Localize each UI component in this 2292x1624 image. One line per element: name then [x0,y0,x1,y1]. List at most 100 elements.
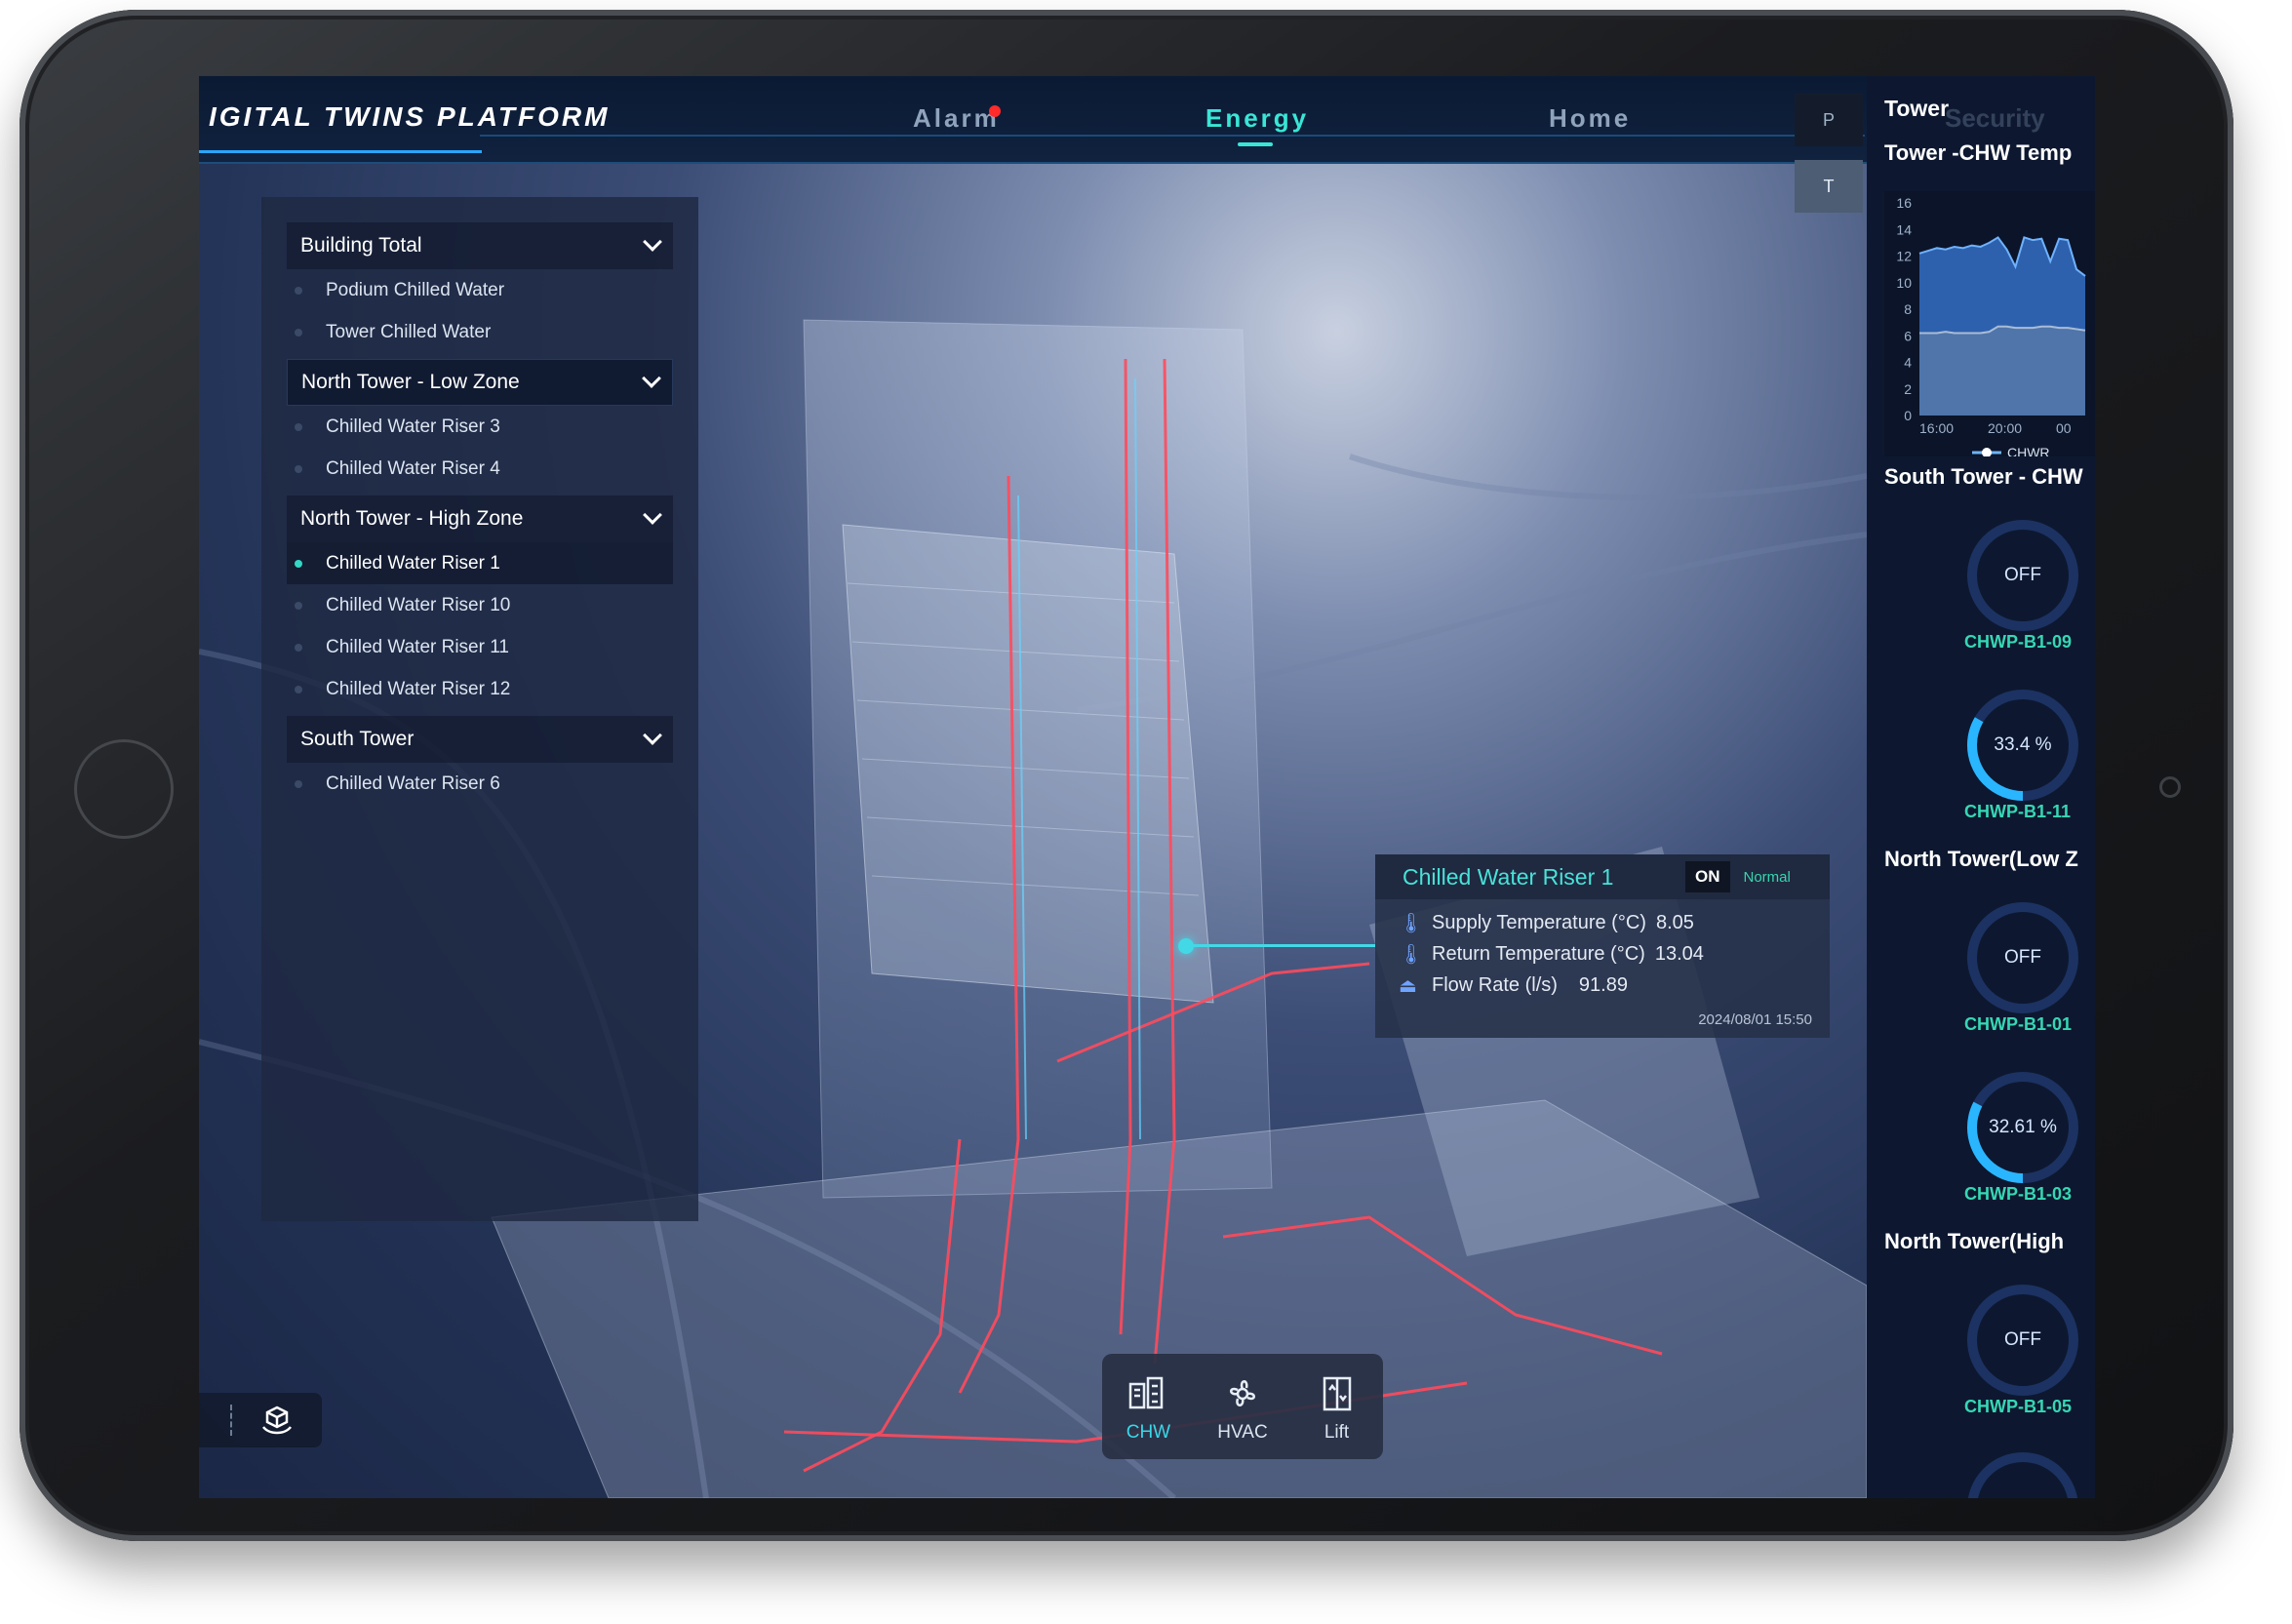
screen: IGITAL TWINS PLATFORM Alarm Energy Home … [199,76,2095,1498]
y-tick-label: 14 [1896,221,1912,237]
y-tick-label: 0 [1904,408,1912,423]
gauge-chwp-b1-09[interactable]: OFF [1955,507,2091,644]
section-title-north-tower-high: North Tower(High [1884,1229,2065,1253]
tree-item-chilled-water-riser-12[interactable]: Chilled Water Riser 12 [287,668,673,710]
chevron-down-icon[interactable] [642,369,661,388]
nav-energy[interactable]: Energy [1205,103,1309,134]
tree-group-label: South Tower [300,728,415,750]
fan-icon [1219,1373,1266,1414]
system-toolbar: CHW HVAC Lift [1102,1354,1383,1459]
tree-item-label: Chilled Water Riser 1 [326,552,500,574]
y-tick-label: 12 [1896,249,1912,264]
panel-ghost-title: Security [1945,103,2045,133]
camera-icon [2159,776,2181,798]
riser-marker[interactable] [1178,938,1194,954]
gauge-chwp-b1-01[interactable]: OFF [1955,890,2091,1026]
home-button[interactable] [74,739,174,839]
gauge-partial[interactable] [1955,1440,2091,1498]
tree-item-chilled-water-riser-11[interactable]: Chilled Water Riser 11 [287,626,673,668]
tool-hvac[interactable]: HVAC [1217,1373,1268,1444]
tree-group-label: North Tower - High Zone [300,507,524,530]
section-title-north-tower-low: North Tower(Low Z [1884,847,2078,871]
tool-label: HVAC [1217,1422,1268,1443]
x-tick-label: 20:00 [1988,420,2022,436]
flow-icon: ⏏ [1399,974,1417,997]
side-tab-p[interactable]: P [1795,94,1863,146]
popup-header: Chilled Water Riser 1 ON Normal [1375,854,1830,899]
status-badge: Normal [1743,868,1791,886]
tree-item-chilled-water-riser-10[interactable]: Chilled Water Riser 10 [287,584,673,626]
status-dot [295,560,302,568]
gauge-chwp-b1-05[interactable]: OFF [1955,1272,2091,1408]
chw-temp-chart: 0 2 4 6 8 10 12 14 16 16:00 20:00 00 CHWR [1884,191,2095,460]
y-tick-label: 4 [1904,355,1912,371]
gauge-ring [1967,1452,2078,1498]
popup-timestamp: 2024/08/01 15:50 [1698,1011,1812,1028]
riser-info-popup: Chilled Water Riser 1 ON Normal 🌡 Supply… [1375,854,1830,1038]
chart-title: Tower -CHW Temp [1884,140,2073,165]
gauge-value: OFF [2004,565,2041,585]
chevron-down-icon[interactable] [643,232,662,252]
status-dot [295,780,302,788]
thermometer-icon: 🌡 [1399,912,1424,934]
y-tick-label: 2 [1904,381,1912,397]
tree-item-label: Chilled Water Riser 4 [326,457,500,479]
chevron-down-icon[interactable] [643,505,662,525]
tree-item-chilled-water-riser-6[interactable]: Chilled Water Riser 6 [287,763,673,805]
tree-item-label: Chilled Water Riser 6 [326,772,500,794]
tablet-frame: IGITAL TWINS PLATFORM Alarm Energy Home … [20,10,2233,1541]
x-tick-label: 00 [2056,420,2072,436]
gauge-chwp-b1-03[interactable]: 32.61 % [1955,1059,2091,1196]
tree-item-chilled-water-riser-4[interactable]: Chilled Water Riser 4 [287,448,673,490]
tree-item-tower-chilled-water[interactable]: Tower Chilled Water [287,311,673,353]
tree-group-north-tower-low-zone[interactable]: North Tower - Low Zone [287,359,673,406]
gauge-label: CHWP-B1-09 [1964,632,2073,652]
status-dot [295,644,302,652]
x-tick-label: 16:00 [1919,420,1954,436]
tool-lift[interactable]: Lift [1314,1373,1361,1444]
tree-item-chilled-water-riser-1[interactable]: Chilled Water Riser 1 [287,542,673,584]
return-temperature-row: 🌡 Return Temperature (°C) 13.04 [1375,938,1830,970]
row-value: 91.89 [1578,973,1628,996]
gauge-label: CHWP-B1-11 [1964,802,2072,821]
gauge-chwp-b1-11[interactable]: 33.4 % [1955,677,2091,813]
tree-item-podium-chilled-water[interactable]: Podium Chilled Water [287,269,673,311]
status-dot [295,423,302,431]
chevron-down-icon[interactable] [643,726,662,745]
nav-active-indicator [1238,142,1273,146]
tree-item-label: Chilled Water Riser 11 [326,636,509,657]
tree-group-south-tower[interactable]: South Tower [287,716,673,763]
gauge-value: 33.4 % [1994,734,2052,755]
toolbar-divider [230,1405,232,1436]
y-tick-label: 10 [1896,275,1912,291]
section-title-south-tower: South Tower - CHW [1884,464,2083,489]
side-tab-t[interactable]: T [1795,160,1863,213]
popup-title: Chilled Water Riser 1 [1403,863,1614,890]
gauge-value: OFF [2004,947,2041,968]
status-dot [295,686,302,693]
view-reset-button[interactable] [199,1393,322,1447]
nav-alarm[interactable]: Alarm [913,103,1000,134]
flow-rate-row: ⏏ Flow Rate (l/s) 91.89 [1375,970,1830,1001]
tool-chw[interactable]: CHW [1125,1373,1171,1444]
gauge-label: CHWP-B1-01 [1964,1014,2073,1034]
nav-home[interactable]: Home [1549,103,1631,134]
supply-temperature-row: 🌡 Supply Temperature (°C) 8.05 [1375,907,1830,938]
alarm-notification-badge [989,105,1001,117]
row-value: 13.04 [1654,942,1704,965]
tree-item-chilled-water-riser-3[interactable]: Chilled Water Riser 3 [287,406,673,448]
building-icon [1125,1373,1171,1414]
tool-label: Lift [1324,1422,1350,1443]
cube-rotate-icon [262,1406,292,1435]
panel-title: Tower [1884,96,1950,121]
lift-icon [1314,1373,1361,1414]
tree-item-label: Chilled Water Riser 3 [326,416,500,437]
thermometer-icon: 🌡 [1399,943,1424,966]
tree-item-label: Chilled Water Riser 12 [326,678,511,699]
header-divider [480,135,1865,137]
gauge-value: OFF [2004,1329,2041,1350]
status-dot [295,465,302,473]
tree-group-north-tower-high-zone[interactable]: North Tower - High Zone [287,495,673,542]
top-bar: IGITAL TWINS PLATFORM Alarm Energy Home … [199,76,1867,213]
tree-group-building-total[interactable]: Building Total [287,222,673,269]
